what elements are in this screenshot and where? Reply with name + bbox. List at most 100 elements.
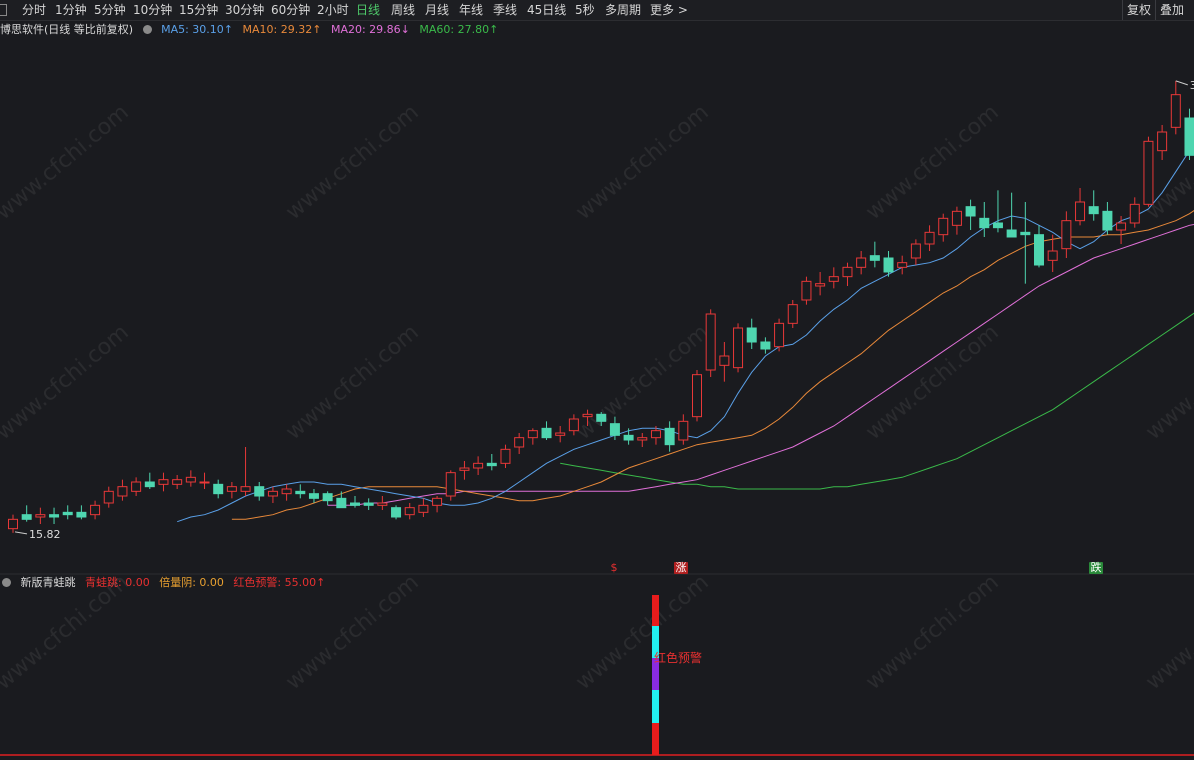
candle-body: [1088, 206, 1099, 215]
candle: [746, 318, 757, 349]
candle-body: [801, 280, 812, 301]
candle-body: [199, 481, 210, 484]
candle-body: [117, 486, 128, 497]
candle: [1129, 197, 1140, 228]
candle: [322, 491, 333, 506]
candle-body: [746, 327, 757, 343]
candle: [938, 213, 949, 242]
candle: [965, 199, 976, 230]
candle-body: [787, 304, 798, 324]
candle-body: [1006, 229, 1017, 238]
candle: [555, 426, 566, 443]
candle: [733, 323, 744, 373]
candle-body: [623, 434, 634, 441]
candle: [1061, 211, 1072, 258]
candle-body: [938, 217, 949, 236]
candle-body: [8, 518, 18, 530]
high-pointer: [1175, 80, 1188, 86]
candle: [1102, 202, 1113, 235]
candle-body: [1184, 117, 1194, 156]
candle: [596, 412, 607, 426]
candle: [1034, 225, 1044, 268]
candle-body: [856, 257, 867, 268]
candle-body: [418, 504, 429, 513]
candles: [8, 80, 1194, 533]
candle-body: [185, 476, 196, 483]
candle: [1116, 216, 1127, 244]
candle: [1143, 136, 1154, 207]
candle-body: [432, 497, 443, 506]
candle: [295, 484, 306, 499]
low-pointer: [14, 531, 28, 535]
candle: [568, 414, 579, 436]
candle: [62, 505, 73, 520]
candle-body: [1061, 220, 1072, 250]
candle-body: [363, 502, 374, 506]
candle-body: [1047, 250, 1058, 261]
candle: [1020, 202, 1031, 284]
sub-indicator: 红色预警: [0, 595, 1194, 756]
candle-body: [992, 222, 1003, 229]
annotations: 35.19 15.82 $ 涨 跌: [14, 79, 1194, 574]
candle: [500, 444, 511, 468]
candle: [350, 496, 360, 508]
candle-body: [1020, 231, 1031, 236]
warning-bar-segment: [652, 595, 659, 626]
candle: [678, 414, 689, 445]
candle-body: [760, 341, 771, 350]
candle: [172, 475, 183, 489]
candle-body: [842, 266, 853, 278]
candle: [1006, 192, 1017, 238]
candle-body: [705, 313, 716, 371]
candle-body: [76, 511, 87, 518]
candle: [391, 505, 402, 520]
candle-body: [1034, 234, 1044, 266]
candle: [486, 454, 497, 471]
candle-body: [336, 497, 347, 509]
candle-body: [226, 486, 237, 492]
candle-body: [951, 210, 962, 226]
candle: [951, 206, 962, 235]
candle-body: [568, 418, 579, 432]
candle-body: [637, 437, 648, 441]
candle: [719, 342, 730, 382]
candle: [1157, 125, 1168, 160]
candle: [473, 456, 484, 475]
candle-body: [910, 243, 921, 259]
candle: [787, 300, 798, 328]
candle: [8, 514, 18, 533]
candle: [281, 484, 292, 501]
candle: [527, 428, 538, 445]
candle: [213, 479, 224, 499]
candle-body: [254, 486, 265, 497]
candle-body: [924, 231, 935, 245]
candle: [1088, 190, 1099, 221]
candle-body: [596, 413, 607, 422]
candle-body: [500, 448, 511, 464]
candle-body: [897, 262, 908, 268]
candle-body: [158, 479, 169, 485]
candle-body: [678, 420, 689, 441]
candle: [1184, 108, 1194, 160]
candle-body: [103, 490, 114, 504]
candle-body: [308, 493, 319, 499]
candle-body: [350, 502, 360, 506]
candlestick-chart: 35.19 15.82 $ 涨 跌 红色预警: [0, 79, 1194, 756]
candle: [308, 489, 319, 503]
candle-body: [555, 432, 566, 436]
candle: [158, 472, 169, 492]
candle-body: [267, 490, 278, 497]
candle: [418, 498, 429, 517]
candle-body: [869, 255, 880, 261]
candle-body: [828, 276, 839, 282]
candle: [623, 428, 634, 445]
warning-bar-segment: [652, 690, 659, 723]
candle: [117, 479, 128, 501]
candle: [377, 496, 388, 510]
candle: [240, 447, 251, 496]
candle: [760, 337, 771, 354]
candle-body: [733, 327, 744, 369]
candle: [131, 477, 142, 496]
candle: [541, 421, 552, 440]
candle: [404, 503, 415, 520]
